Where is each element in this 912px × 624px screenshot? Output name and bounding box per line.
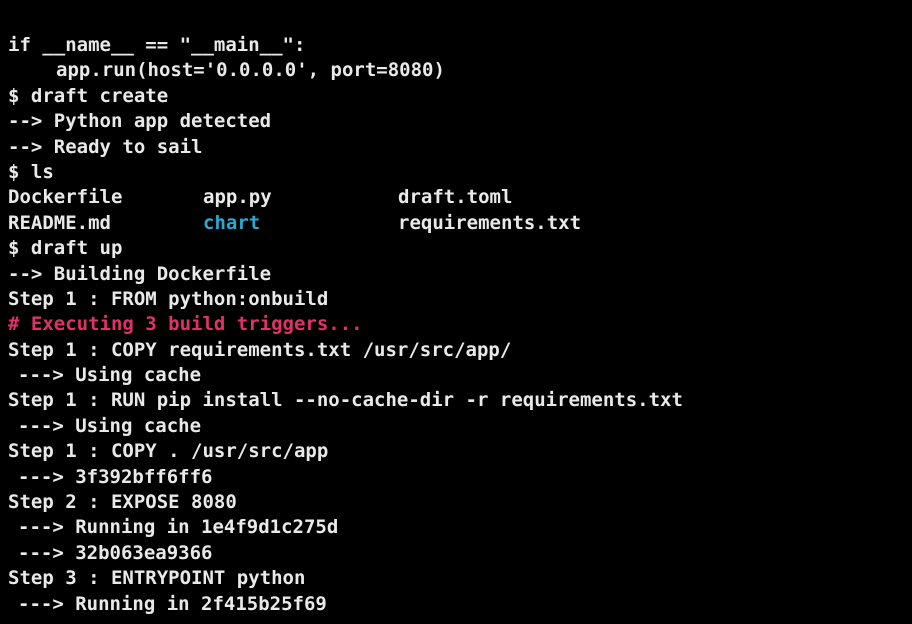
terminal-window[interactable]: if __name__ == "__main__": app.run(host=… (0, 0, 912, 624)
code-line: if __name__ == "__main__": (8, 34, 306, 56)
build-output: ---> Running in 1e4f9d1c275d (18, 516, 339, 539)
file-entry: draft.toml (398, 186, 513, 209)
ls-output-row: README.md chart requirements.txt (8, 211, 912, 236)
file-entry: app.py (203, 186, 272, 209)
code-line: app.run(host='0.0.0.0', port=8080) (56, 59, 445, 82)
shell-command: $ draft up (8, 237, 123, 260)
build-output: ---> 32b063ea9366 (18, 541, 213, 564)
build-step: Step 2 : EXPOSE 8080 (8, 491, 237, 514)
build-step: Step 1 : RUN pip install --no-cache-dir … (8, 389, 683, 412)
shell-command: $ ls (8, 160, 54, 183)
file-entry: Dockerfile (8, 186, 123, 209)
ls-output-row: Dockerfile app.py draft.toml (8, 185, 912, 210)
build-output: ---> Using cache (18, 414, 202, 437)
shell-command: $ draft create (8, 84, 169, 107)
build-output: ---> Running in 2f415b25f69 (18, 592, 327, 615)
output-line: --> Python app detected (8, 110, 272, 133)
build-output: ---> 3f392bff6ff6 (18, 465, 213, 488)
build-step: Step 1 : COPY . /usr/src/app (8, 440, 329, 463)
output-line: --> Building Dockerfile (8, 262, 272, 285)
build-step: Step 1 : FROM python:onbuild (8, 287, 329, 310)
build-step: Step 3 : ENTRYPOINT python (8, 567, 306, 590)
file-entry: README.md (8, 211, 111, 234)
build-output: ---> Using cache (18, 364, 202, 387)
directory-entry: chart (203, 211, 261, 234)
build-comment: # Executing 3 build triggers... (8, 313, 363, 336)
output-line: --> Ready to sail (8, 135, 203, 158)
build-step: Step 1 : COPY requirements.txt /usr/src/… (8, 338, 512, 361)
file-entry: requirements.txt (398, 211, 582, 234)
